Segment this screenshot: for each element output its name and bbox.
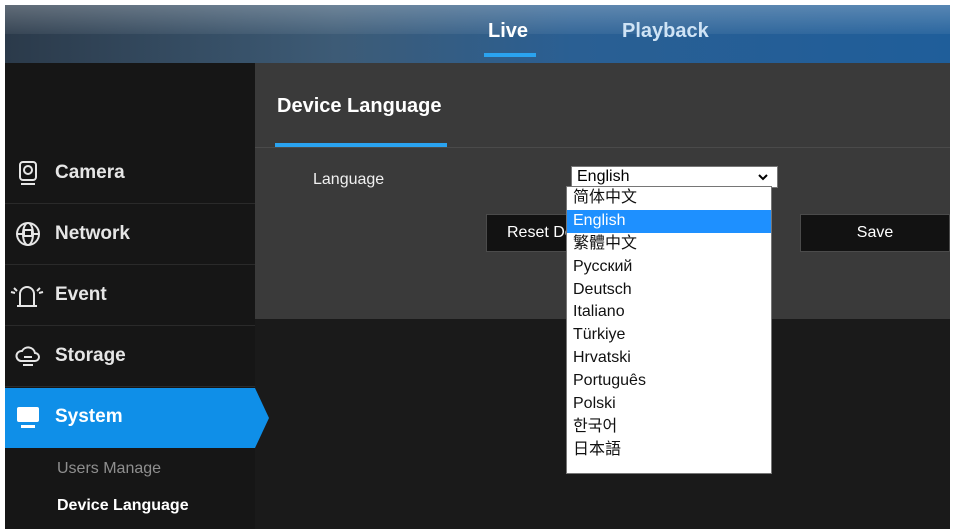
top-navigation-bar: Live Playback: [5, 5, 950, 63]
save-button[interactable]: Save: [800, 214, 950, 252]
app-frame: Live Playback Camera Network Event Stora…: [5, 5, 950, 529]
cloud-storage-icon: [15, 343, 41, 369]
language-option[interactable]: Português: [567, 370, 771, 393]
divider: [255, 147, 950, 148]
sidebar-item-camera[interactable]: Camera: [5, 144, 255, 204]
sidebar: Camera Network Event Storage System User…: [5, 63, 269, 529]
language-select-value: English: [577, 168, 630, 185]
alarm-event-icon: [9, 282, 45, 308]
sidebar-item-system[interactable]: System: [5, 388, 269, 448]
language-option[interactable]: Türkiye: [567, 324, 771, 347]
language-option[interactable]: Русский: [567, 256, 771, 279]
nav-live[interactable]: Live: [488, 20, 528, 43]
sidebar-item-label: Network: [55, 223, 130, 244]
language-dropdown-list: 简体中文 English 繁體中文 Русский Deutsch Italia…: [566, 186, 772, 474]
sidebar-subitem-device-language[interactable]: Device Language: [57, 497, 189, 515]
chevron-down-icon: [757, 170, 769, 182]
camera-icon: [15, 160, 41, 186]
network-globe-icon: [15, 221, 41, 247]
sidebar-item-label: System: [55, 406, 123, 427]
sidebar-item-label: Camera: [55, 162, 125, 183]
language-option[interactable]: Polski: [567, 393, 771, 416]
monitor-system-icon: [15, 404, 41, 430]
language-option[interactable]: 简体中文: [567, 187, 771, 210]
sidebar-subitem-users-manage[interactable]: Users Manage: [57, 460, 161, 478]
sidebar-item-label: Storage: [55, 345, 126, 366]
language-option[interactable]: 繁體中文: [567, 233, 771, 256]
nav-playback[interactable]: Playback: [622, 20, 709, 43]
nav-live-active-indicator: [484, 53, 536, 57]
language-label: Language: [313, 171, 385, 188]
page-title: Device Language: [277, 95, 442, 117]
sidebar-item-storage[interactable]: Storage: [5, 327, 255, 387]
language-option[interactable]: 한국어: [567, 416, 771, 439]
language-option[interactable]: Italiano: [567, 301, 771, 324]
sidebar-item-network[interactable]: Network: [5, 205, 255, 265]
sidebar-item-label: Event: [55, 284, 107, 305]
language-option[interactable]: English: [567, 209, 771, 233]
language-option[interactable]: Hrvatski: [567, 347, 771, 370]
sidebar-item-event[interactable]: Event: [5, 266, 255, 326]
language-option[interactable]: Deutsch: [567, 279, 771, 302]
language-option[interactable]: 日本語: [567, 439, 771, 462]
language-select[interactable]: English: [571, 166, 778, 188]
